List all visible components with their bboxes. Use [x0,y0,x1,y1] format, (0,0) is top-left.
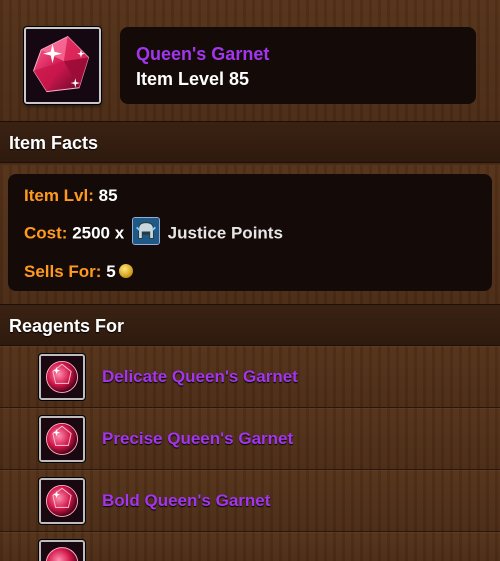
list-item[interactable]: Bold Queen's Garnet [0,470,500,532]
fact-item-level: Item Lvl: 85 [24,186,118,206]
item-header: Queen's Garnet Item Level 85 [0,0,500,121]
item-facts-panel: Item Lvl: 85 Cost: 2500 x Justice Points… [8,174,492,291]
cut-garnet-icon [39,354,85,400]
cut-garnet-icon [39,416,85,462]
reagent-name[interactable]: Precise Queen's Garnet [102,429,293,449]
cost-currency[interactable]: Justice Points [168,223,283,242]
item-title-panel: Queen's Garnet Item Level 85 [120,27,476,104]
item-level: Item Level 85 [136,69,250,89]
fact-value: 2500 x [72,223,125,243]
item-facts-section: Item Lvl: 85 Cost: 2500 x Justice Points… [0,165,500,304]
list-item-partial[interactable] [0,532,500,561]
section-title: Item Facts [9,133,99,153]
reagent-name[interactable]: Delicate Queen's Garnet [102,367,298,387]
garnet-gem-icon [24,27,101,104]
copper-coin-icon [118,264,133,279]
item-name: Queen's Garnet [136,44,270,64]
fact-value: 5 [106,262,116,281]
fact-label: Cost: [24,223,68,243]
fact-sells-for: Sells For: 5 [24,262,133,282]
list-item[interactable]: Precise Queen's Garnet [0,408,500,470]
fact-cost: Cost: 2500 x Justice Points [24,217,283,245]
reagent-name[interactable]: Bold Queen's Garnet [102,491,270,511]
section-title: Reagents For [9,316,125,336]
cut-garnet-icon [39,478,85,524]
fact-label: Sells For: [24,262,102,281]
fact-value: 85 [98,186,118,205]
list-item[interactable]: Delicate Queen's Garnet [0,346,500,408]
cut-garnet-icon [39,540,85,561]
section-header-item-facts: Item Facts [0,121,500,163]
section-header-reagents-for: Reagents For [0,304,500,346]
justice-points-helmet-icon[interactable] [131,217,160,245]
fact-label: Item Lvl: [24,186,94,205]
